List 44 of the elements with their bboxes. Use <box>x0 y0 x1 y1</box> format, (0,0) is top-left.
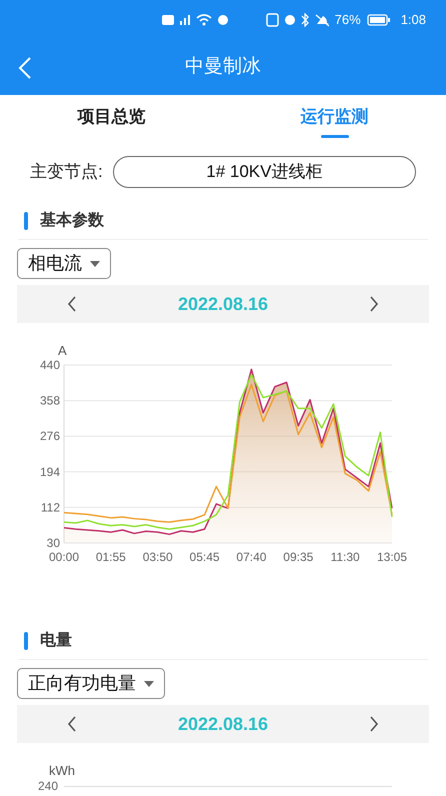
battery-icon <box>366 14 391 26</box>
x-tick-label: 13:05 <box>376 550 408 564</box>
section-title: 电量 <box>40 630 72 651</box>
section-title: 基本参数 <box>40 210 104 231</box>
x-tick-label: 05:45 <box>190 550 220 564</box>
tab[interactable]: 运行监测 <box>223 95 446 147</box>
x-tick-label: 09:35 <box>283 550 314 564</box>
caret-icon <box>90 260 100 266</box>
caret-icon <box>144 680 154 686</box>
node-selector[interactable]: 1# 10KV进线柜 <box>112 156 416 188</box>
section-marker <box>24 632 28 650</box>
wifi-icon <box>196 14 212 26</box>
x-tick-label: 03:50 <box>142 550 173 564</box>
x-tick-label: 11:30 <box>330 550 360 564</box>
x-tick-label: 00:00 <box>48 550 80 564</box>
date-label: 2022.08.16 <box>178 712 268 736</box>
axis-unit: A <box>58 343 67 358</box>
x-tick-label: 07:40 <box>236 550 266 564</box>
next-icon[interactable] <box>369 716 379 732</box>
axis-unit: kWh <box>49 762 75 780</box>
previous-icon[interactable] <box>67 716 77 732</box>
section-marker <box>24 212 28 230</box>
muted-bell-icon <box>314 14 329 26</box>
tab[interactable]: 项目总览 <box>0 95 223 147</box>
type-dropdown[interactable]: 正向有功电量 <box>17 668 165 699</box>
y-tick-label: 194 <box>40 464 60 479</box>
y-tick-label: 30 <box>46 536 60 550</box>
node-label: 主变节点: <box>30 161 103 184</box>
date-label: 2022.08.16 <box>178 292 268 316</box>
previous-icon[interactable] <box>67 296 77 312</box>
back-icon[interactable] <box>18 56 32 80</box>
bluetooth-icon <box>300 13 309 27</box>
battery-percent: 76% <box>334 11 361 30</box>
y-tick-label: 358 <box>40 394 60 408</box>
page-title: 中曼制冰 <box>185 55 261 80</box>
y-tick-label: 440 <box>40 358 60 372</box>
y-tick-label: 112 <box>40 500 60 514</box>
y-tick-label: 240 <box>38 779 58 793</box>
y-tick-label: 276 <box>40 429 60 444</box>
type-dropdown[interactable]: 相电流 <box>17 248 111 279</box>
clock-time: 1:08 <box>400 11 426 30</box>
next-icon[interactable] <box>369 296 379 312</box>
x-tick-label: 01:55 <box>96 550 126 564</box>
signal-icon <box>180 15 190 25</box>
